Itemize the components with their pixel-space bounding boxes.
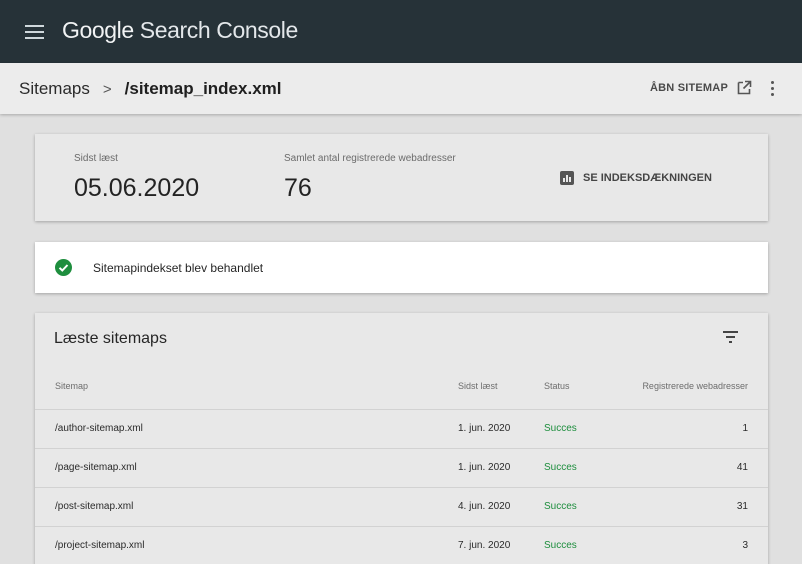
cell-last-read: 1. jun. 2020: [458, 462, 511, 473]
status-banner: Sitemapindekset blev behandlet: [35, 242, 768, 293]
cell-status: Succes: [544, 462, 577, 473]
cell-last-read: 1. jun. 2020: [458, 423, 511, 434]
cell-last-read: 7. jun. 2020: [458, 540, 511, 551]
status-message: Sitemapindekset blev behandlet: [93, 261, 264, 275]
summary-card: Sidst læst 05.06.2020 Samlet antal regis…: [35, 134, 768, 221]
total-urls-label: Samlet antal registrerede webadresser: [284, 153, 456, 164]
cell-status: Succes: [544, 501, 577, 512]
cell-last-read: 4. jun. 2020: [458, 501, 511, 512]
column-header-registered-urls[interactable]: Registrerede webadresser: [642, 381, 748, 391]
table-row[interactable]: /page-sitemap.xml 1. jun. 2020 Succes 41: [35, 448, 768, 487]
brand-product: Search Console: [139, 17, 298, 43]
breadcrumb-separator: >: [102, 80, 112, 98]
table-title: Læste sitemaps: [54, 330, 167, 347]
cell-sitemap: /project-sitemap.xml: [55, 540, 145, 551]
cell-urls: 31: [736, 501, 748, 512]
more-vert-icon[interactable]: [766, 80, 778, 98]
open-in-new-icon: [737, 80, 752, 95]
sitemaps-table-card: Læste sitemaps Sitemap Sidst læst Status…: [35, 313, 768, 564]
open-sitemap-label: ÅBN SITEMAP: [650, 81, 728, 94]
cell-sitemap: /author-sitemap.xml: [55, 423, 143, 434]
open-sitemap-button[interactable]: ÅBN SITEMAP: [650, 80, 752, 95]
cell-status: Succes: [544, 423, 577, 434]
cell-sitemap: /post-sitemap.xml: [55, 501, 134, 512]
index-coverage-button[interactable]: SE INDEKSDÆKNINGEN: [560, 171, 712, 185]
brand-google: Google: [62, 17, 134, 43]
check-circle-icon: [55, 259, 72, 276]
last-read-label: Sidst læst: [74, 153, 118, 164]
table-row[interactable]: /author-sitemap.xml 1. jun. 2020 Succes …: [35, 409, 768, 448]
table-row[interactable]: /post-sitemap.xml 4. jun. 2020 Succes 31: [35, 487, 768, 526]
cell-urls: 41: [736, 462, 748, 473]
index-coverage-label: SE INDEKSDÆKNINGEN: [583, 172, 712, 184]
cell-status: Succes: [544, 540, 577, 551]
column-header-status[interactable]: Status: [544, 381, 570, 391]
menu-icon[interactable]: [25, 25, 45, 39]
column-header-last-read[interactable]: Sidst læst: [458, 381, 498, 391]
column-header-sitemap[interactable]: Sitemap: [55, 381, 88, 391]
total-urls-value: 76: [284, 174, 312, 202]
cell-sitemap: /page-sitemap.xml: [55, 462, 137, 473]
cell-urls: 1: [742, 423, 748, 434]
table-row[interactable]: /project-sitemap.xml 7. jun. 2020 Succes…: [35, 526, 768, 564]
page-title: /sitemap_index.xml: [124, 79, 282, 98]
top-app-bar: Google Search Console: [0, 0, 802, 63]
bar-chart-icon: [560, 171, 574, 185]
cell-urls: 3: [742, 540, 748, 551]
last-read-value: 05.06.2020: [74, 174, 200, 202]
filter-icon[interactable]: [723, 331, 738, 343]
breadcrumb: Sitemaps > /sitemap_index.xml: [19, 79, 281, 99]
breadcrumb-root[interactable]: Sitemaps: [19, 79, 90, 99]
app-logo[interactable]: Google Search Console: [62, 17, 298, 44]
